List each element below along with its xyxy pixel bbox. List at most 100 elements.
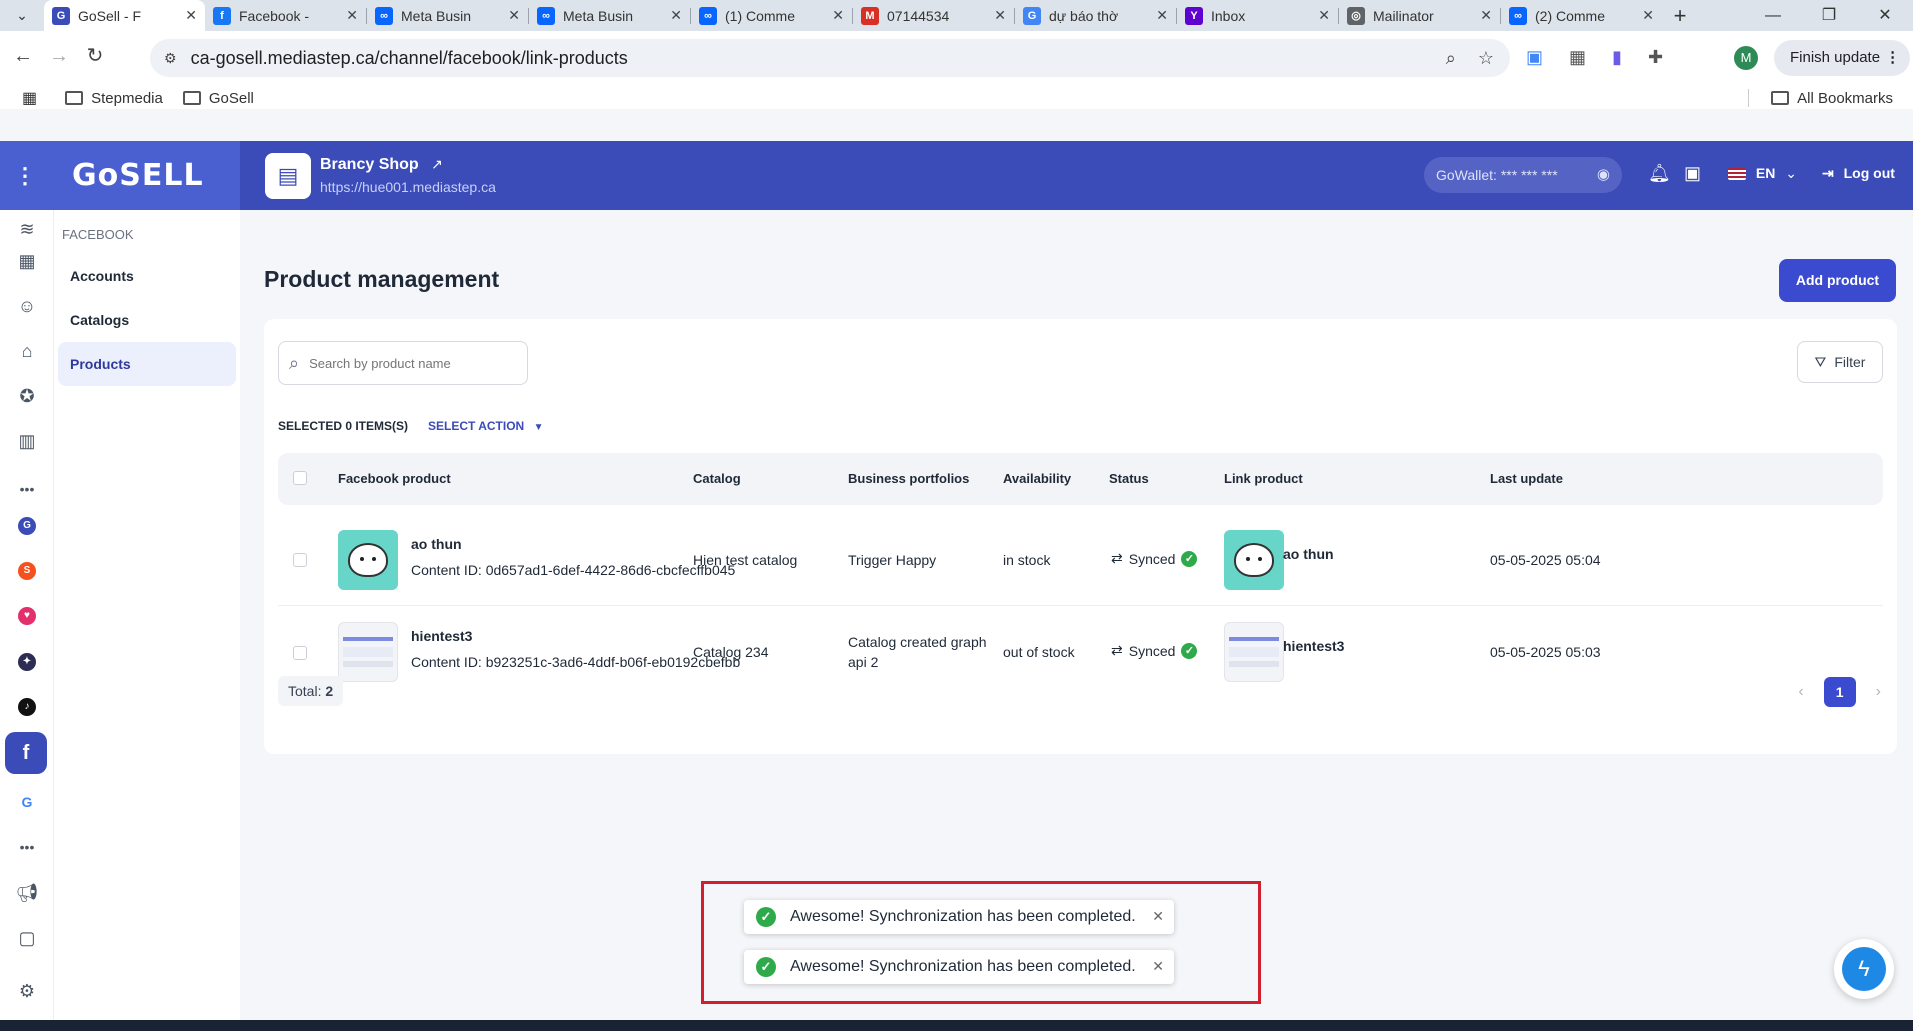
eye-icon[interactable]: ◉	[1597, 157, 1610, 193]
total-value: 2	[325, 683, 334, 699]
tiktok-icon[interactable]: ♪	[18, 698, 36, 716]
product-name[interactable]: hientest3	[411, 628, 740, 644]
language-selector[interactable]: EN ⌄	[1728, 165, 1797, 182]
sync-arrows-icon: ⇄	[1111, 550, 1123, 566]
logout-label: Log out	[1843, 165, 1895, 181]
minimize-icon[interactable]: —	[1745, 0, 1801, 31]
tab-close-icon[interactable]: ✕	[1318, 7, 1330, 24]
calendar-icon[interactable]: ▦	[0, 246, 54, 276]
page-button-current[interactable]: 1	[1823, 677, 1856, 707]
users-icon[interactable]: ☺	[0, 291, 54, 321]
subnav-item-accounts[interactable]: Accounts	[58, 254, 236, 298]
tab-close-icon[interactable]: ✕	[994, 7, 1006, 24]
chat-icon[interactable]: ▢	[0, 923, 54, 953]
table-row[interactable]: hientest3 Content ID: b923251c-3ad6-4ddf…	[278, 606, 1883, 698]
heart-channel-icon[interactable]: ♥	[18, 607, 36, 625]
browser-tab[interactable]: Gdự báo thờ ✕	[1015, 0, 1176, 31]
close-icon[interactable]: ✕	[1152, 908, 1164, 925]
linked-product-name[interactable]: ao thun	[1283, 546, 1334, 562]
tab-close-icon[interactable]: ✕	[1156, 7, 1168, 24]
settings-gear-icon[interactable]: ⚙	[0, 976, 54, 1006]
new-tab-plus-icon[interactable]: +	[1662, 3, 1698, 29]
restore-icon[interactable]: ❐	[1801, 0, 1857, 31]
tab-close-icon[interactable]: ✕	[185, 7, 197, 24]
all-bookmarks[interactable]: All Bookmarks	[1748, 89, 1893, 107]
close-window-icon[interactable]: ✕	[1857, 0, 1913, 31]
select-all-checkbox[interactable]	[293, 471, 307, 485]
site-settings-icon[interactable]: ⚙	[164, 50, 177, 67]
bookmark-star-icon[interactable]: ☆	[1478, 48, 1494, 69]
megaphone-icon[interactable]: 📢︎	[0, 878, 54, 908]
search-box[interactable]: ⌕	[278, 341, 528, 385]
tab-search-chevron-icon[interactable]: ⌄	[0, 0, 44, 31]
facebook-channel-icon[interactable]: f	[5, 732, 47, 774]
tab-close-icon[interactable]: ✕	[346, 7, 358, 24]
tab-close-icon[interactable]: ✕	[832, 7, 844, 24]
external-link-icon[interactable]: ↗	[431, 156, 443, 172]
d-extension-icon[interactable]: ▮	[1612, 47, 1622, 68]
apps-grid-icon[interactable]: ▦	[22, 88, 37, 108]
tab-close-icon[interactable]: ✕	[1480, 7, 1492, 24]
browser-tab[interactable]: G GoSell - F ✕	[44, 0, 205, 31]
filter-button[interactable]: ⛛ Filter	[1797, 341, 1883, 383]
browser-tab[interactable]: f Facebook - ✕	[205, 0, 366, 31]
tab-close-icon[interactable]: ✕	[670, 7, 682, 24]
icon-rail: ≋ ▦ ☺ ⌂ ✪ ▥ ••• G S ♥ ✦ ♪ f G ••• 📢︎ ▢ ⚙	[0, 210, 54, 1021]
home-icon[interactable]: ⌂	[0, 336, 54, 366]
portfolio-cell: Trigger Happy	[848, 552, 937, 568]
layers-icon[interactable]: ≋	[0, 214, 54, 244]
browser-tab[interactable]: M 07144534 ✕	[853, 0, 1014, 31]
select-action-dropdown[interactable]: SELECT ACTION ▼	[428, 419, 543, 433]
menu-kebab-icon[interactable]: ⋮	[0, 163, 50, 189]
more-dots-icon[interactable]: •••	[0, 474, 54, 504]
bell-icon[interactable]: 🔔︎	[1648, 163, 1671, 184]
linked-product-name[interactable]: hientest3	[1283, 638, 1344, 654]
calendar-settings-icon[interactable]: ▣	[1684, 163, 1701, 184]
qr-extension-icon[interactable]: ▦	[1569, 47, 1586, 68]
browser-tab[interactable]: ∞ (2) Comme ✕	[1501, 0, 1662, 31]
bird-channel-icon[interactable]: ✦	[18, 653, 36, 671]
browser-tab[interactable]: ∞ Meta Busin ✕	[367, 0, 528, 31]
messenger-chat-button[interactable]: ϟ	[1834, 939, 1894, 999]
google-channel-icon[interactable]: G	[0, 787, 54, 817]
bookmark-folder-stepmedia[interactable]: Stepmedia	[65, 90, 163, 107]
subnav-item-catalogs[interactable]: Catalogs	[58, 298, 236, 342]
more-dots-icon[interactable]: •••	[0, 832, 54, 862]
finish-update-button[interactable]: Finish update ⋮	[1774, 40, 1911, 76]
zoom-icon[interactable]: ⌕	[1446, 48, 1456, 69]
browser-tab[interactable]: Y Inbox ✕	[1177, 0, 1338, 31]
analytics-icon[interactable]: ▥	[0, 426, 54, 456]
product-name[interactable]: ao thun	[411, 536, 735, 552]
url-text: ca-gosell.mediastep.ca/channel/facebook/…	[190, 47, 628, 68]
next-page-icon[interactable]: ›	[1876, 683, 1881, 701]
logout-button[interactable]: ⇥ Log out	[1822, 165, 1895, 182]
tab-close-icon[interactable]: ✕	[1642, 7, 1654, 24]
browser-tab[interactable]: ∞ (1) Comme ✕	[691, 0, 852, 31]
reload-icon[interactable]: ↻	[80, 41, 110, 71]
close-icon[interactable]: ✕	[1152, 958, 1164, 975]
discount-icon[interactable]: ✪	[0, 381, 54, 411]
add-product-button[interactable]: Add product	[1779, 259, 1896, 302]
translate-extension-icon[interactable]: ▣	[1526, 47, 1543, 68]
tab-close-icon[interactable]: ✕	[508, 7, 520, 24]
back-arrow-icon[interactable]: ←	[8, 41, 38, 71]
row-checkbox[interactable]	[293, 553, 307, 567]
prev-page-icon[interactable]: ‹	[1798, 683, 1803, 701]
forward-arrow-icon[interactable]: →	[44, 41, 74, 71]
browser-tab[interactable]: ∞ Meta Busin ✕	[529, 0, 690, 31]
linked-product-thumbnail	[1224, 622, 1284, 682]
shopee-icon[interactable]: S	[18, 562, 36, 580]
finish-update-label: Finish update	[1790, 49, 1881, 66]
search-input[interactable]	[309, 355, 500, 371]
table-row[interactable]: ao thun Content ID: 0d657ad1-6def-4422-8…	[278, 514, 1883, 606]
facebook-subnav: FACEBOOK Accounts Catalogs Products	[54, 210, 240, 1021]
bookmark-folder-gosell[interactable]: GoSell	[182, 90, 254, 107]
profile-avatar[interactable]: M	[1734, 46, 1758, 70]
address-bar[interactable]: ⚙ ca-gosell.mediastep.ca/channel/faceboo…	[150, 39, 1510, 77]
subnav-item-products[interactable]: Products	[58, 342, 236, 386]
row-checkbox[interactable]	[293, 646, 307, 660]
puzzle-extensions-icon[interactable]: ✚	[1648, 47, 1663, 68]
browser-tab[interactable]: ◎ Mailinator ✕	[1339, 0, 1500, 31]
shop-name[interactable]: Brancy Shop ↗	[320, 156, 443, 174]
gosell-channel-icon[interactable]: G	[18, 517, 36, 535]
